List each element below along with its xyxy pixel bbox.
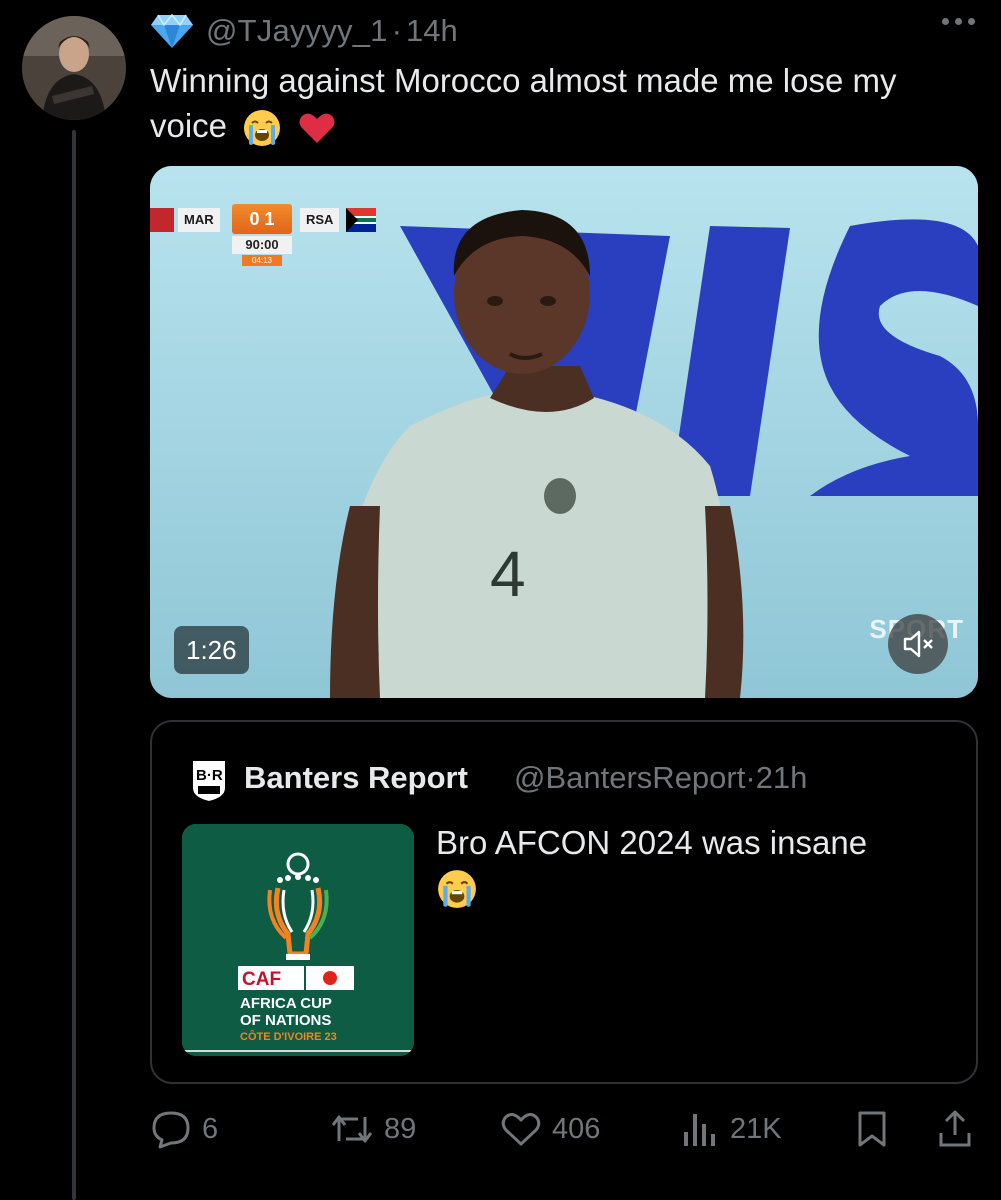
morocco-flag-icon bbox=[150, 208, 174, 232]
video-player[interactable]: 4 MAR 0 1 RSA 90:00 04:13 1:26 SPORT bbox=[150, 166, 978, 698]
south-africa-flag-icon bbox=[346, 208, 376, 232]
more-options-icon[interactable] bbox=[942, 18, 975, 25]
reply-icon bbox=[152, 1111, 190, 1149]
svg-text:B·R: B·R bbox=[196, 767, 223, 784]
reply-button[interactable]: 6 bbox=[150, 1104, 218, 1154]
afcon-line-1: AFRICA CUP bbox=[240, 995, 332, 1012]
video-duration: 1:26 bbox=[174, 626, 249, 674]
quoted-author-handle: @BantersReport·21h bbox=[514, 760, 807, 796]
thread-line bbox=[72, 130, 76, 1200]
home-team: MAR bbox=[178, 208, 220, 232]
quoted-text: Bro AFCON 2024 was insane bbox=[436, 820, 867, 922]
avatar[interactable] bbox=[22, 16, 126, 120]
mute-button[interactable] bbox=[888, 614, 948, 674]
afcon-line-3: CÔTE D'IVOIRE 23 bbox=[240, 1030, 337, 1043]
speaker-muted-icon bbox=[903, 630, 933, 658]
quoted-tweet[interactable]: B·R Banters Report @BantersReport·21h CA… bbox=[150, 720, 978, 1084]
share-button[interactable] bbox=[936, 1104, 974, 1154]
red-heart-icon bbox=[299, 113, 335, 144]
banters-report-logo-icon: B·R bbox=[191, 759, 227, 804]
loudly-crying-face-icon bbox=[244, 110, 281, 147]
action-bar: 6 89 406 21K bbox=[150, 1104, 978, 1154]
loudly-crying-face-icon bbox=[438, 870, 476, 908]
repost-icon bbox=[331, 1115, 373, 1143]
away-team: RSA bbox=[300, 208, 340, 232]
tweet-header: @TJayyyy_1 · 14h bbox=[150, 10, 458, 52]
tweet-time[interactable]: 14h bbox=[406, 13, 458, 49]
bookmark-button[interactable] bbox=[854, 1104, 890, 1154]
afcon-trophy-logo: CAF AFRICA CUP OF NATIONS CÔTE D'IVOIRE … bbox=[182, 824, 414, 1056]
like-count: 406 bbox=[552, 1112, 601, 1145]
reply-count: 6 bbox=[202, 1112, 219, 1145]
afcon-line-2: OF NATIONS bbox=[240, 1012, 331, 1029]
separator-dot: · bbox=[391, 13, 402, 48]
diamond-icon bbox=[151, 13, 193, 48]
quoted-separator: · bbox=[745, 760, 756, 795]
quoted-author-name[interactable]: Banters Report bbox=[244, 760, 468, 796]
quoted-image[interactable]: CAF AFRICA CUP OF NATIONS CÔTE D'IVOIRE … bbox=[182, 824, 414, 1056]
tweet-text: Winning against Morocco almost made me l… bbox=[150, 58, 970, 148]
jersey-number: 4 bbox=[490, 538, 526, 610]
quoted-handle[interactable]: @BantersReport bbox=[514, 760, 745, 795]
tweet-view: @TJayyyy_1 · 14h Winning against Morocco… bbox=[0, 0, 1001, 1200]
like-button[interactable]: 406 bbox=[500, 1104, 600, 1154]
repost-button[interactable]: 89 bbox=[330, 1104, 416, 1154]
view-count: 21K bbox=[730, 1112, 782, 1145]
quoted-body: Bro AFCON 2024 was insane bbox=[436, 824, 868, 861]
bookmark-icon bbox=[858, 1111, 886, 1147]
quoted-time: 21h bbox=[755, 760, 808, 795]
caf-brand: CAF bbox=[242, 969, 281, 990]
scorebug: MAR 0 1 RSA 90:00 04:13 bbox=[150, 202, 390, 272]
analytics-icon bbox=[684, 1114, 715, 1146]
share-icon bbox=[939, 1110, 971, 1147]
match-clock: 90:00 bbox=[232, 236, 292, 254]
heart-icon bbox=[501, 1113, 541, 1146]
score: 0 1 bbox=[232, 204, 292, 234]
added-time: 04:13 bbox=[242, 255, 282, 266]
views-button[interactable]: 21K bbox=[680, 1104, 782, 1154]
author-handle[interactable]: @TJayyyy_1 bbox=[206, 13, 388, 49]
repost-count: 89 bbox=[384, 1112, 417, 1145]
